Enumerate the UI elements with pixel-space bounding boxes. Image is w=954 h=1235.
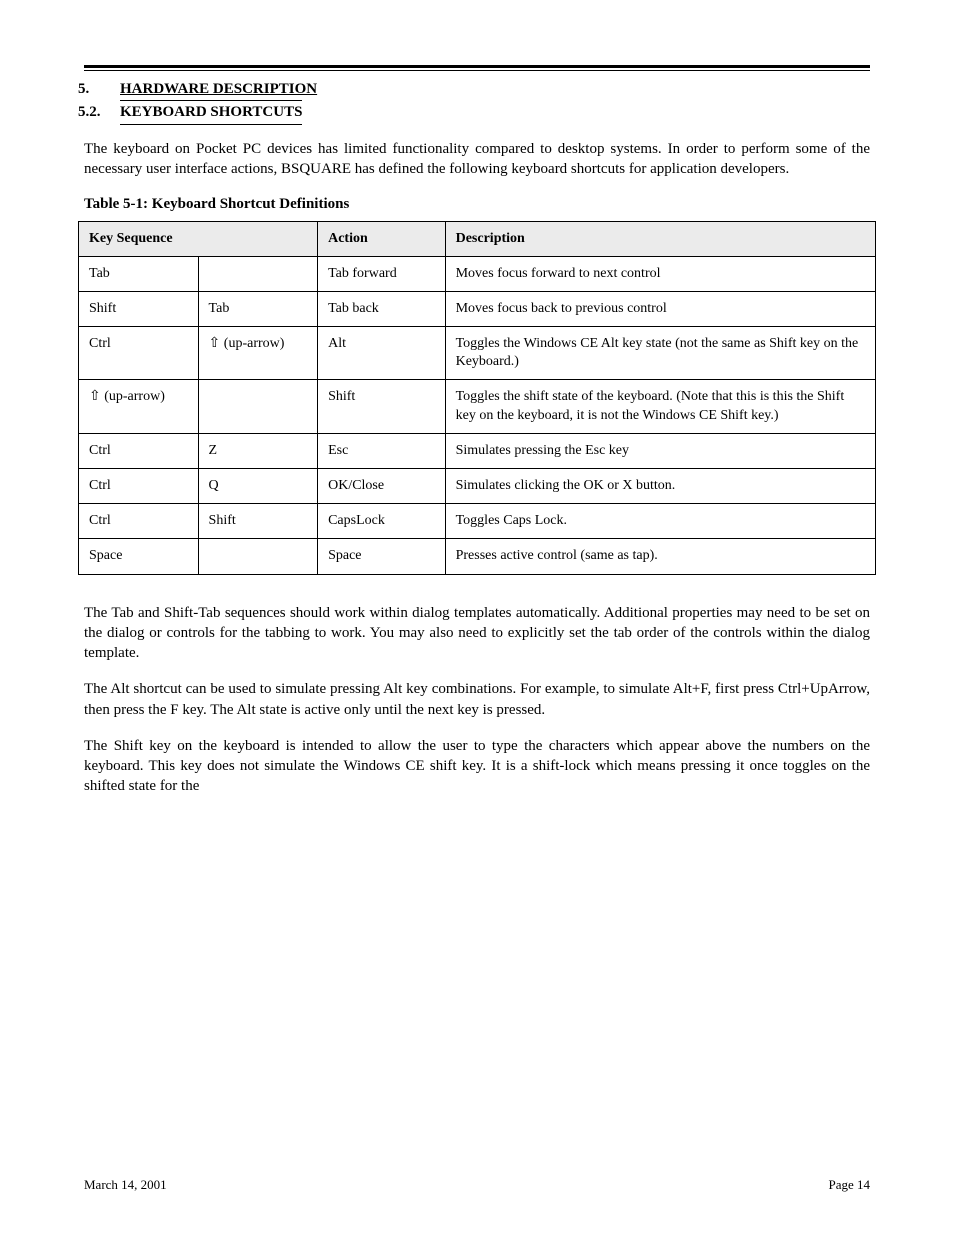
table-row: Ctrl Shift CapsLock Toggles Caps Lock. bbox=[79, 504, 876, 539]
cell-action: Shift bbox=[318, 380, 446, 433]
cell-action: Esc bbox=[318, 433, 446, 468]
col-key-sequence: Key Sequence bbox=[79, 221, 318, 256]
cell-desc: Toggles the Windows CE Alt key state (no… bbox=[445, 327, 875, 380]
cell-desc: Presses active control (same as tap). bbox=[445, 539, 875, 574]
table-caption: Table 5-1: Keyboard Shortcut Definitions bbox=[84, 196, 870, 213]
note-paragraph: The Tab and Shift-Tab sequences should w… bbox=[84, 603, 870, 664]
cell-key2: Z bbox=[198, 433, 318, 468]
table-row: Ctrl Q OK/Close Simulates clicking the O… bbox=[79, 469, 876, 504]
cell-desc: Simulates clicking the OK or X button. bbox=[445, 469, 875, 504]
cell-desc: Toggles the shift state of the keyboard.… bbox=[445, 380, 875, 433]
cell-action: Space bbox=[318, 539, 446, 574]
cell-key1: Ctrl bbox=[79, 327, 199, 380]
cell-action: CapsLock bbox=[318, 504, 446, 539]
page-footer: March 14, 2001 Page 14 bbox=[84, 1177, 870, 1193]
cell-desc: Moves focus forward to next control bbox=[445, 256, 875, 291]
cell-key1: Ctrl bbox=[79, 504, 199, 539]
footer-date: March 14, 2001 bbox=[84, 1177, 167, 1193]
cell-key2: Tab bbox=[198, 291, 318, 326]
cell-key2: Shift bbox=[198, 504, 318, 539]
footer-page: Page 14 bbox=[828, 1177, 870, 1193]
col-action: Action bbox=[318, 221, 446, 256]
cell-action: Tab forward bbox=[318, 256, 446, 291]
note-paragraph: The Shift key on the keyboard is intende… bbox=[84, 736, 870, 797]
table-row: Ctrl ⇧ (up-arrow) Alt Toggles the Window… bbox=[79, 327, 876, 380]
cell-key1: Tab bbox=[79, 256, 199, 291]
intro-paragraph: The keyboard on Pocket PC devices has li… bbox=[84, 139, 870, 180]
table-row: Ctrl Z Esc Simulates pressing the Esc ke… bbox=[79, 433, 876, 468]
cell-action: Tab back bbox=[318, 291, 446, 326]
chapter-heading: 5. HARDWARE DESCRIPTION bbox=[78, 81, 876, 98]
table-row: Tab Tab forward Moves focus forward to n… bbox=[79, 256, 876, 291]
note-paragraph: The Alt shortcut can be used to simulate… bbox=[84, 679, 870, 720]
cell-desc: Moves focus back to previous control bbox=[445, 291, 875, 326]
section-heading: 5.2. KEYBOARD SHORTCUTS bbox=[78, 104, 876, 121]
shortcuts-table: Key Sequence Action Description Tab Tab … bbox=[78, 221, 876, 575]
table-header-row: Key Sequence Action Description bbox=[79, 221, 876, 256]
cell-key2 bbox=[198, 256, 318, 291]
table-row: ⇧ (up-arrow) Shift Toggles the shift sta… bbox=[79, 380, 876, 433]
cell-action: Alt bbox=[318, 327, 446, 380]
cell-action: OK/Close bbox=[318, 469, 446, 504]
cell-key2: Q bbox=[198, 469, 318, 504]
chapter-number: 5. bbox=[78, 81, 120, 98]
section-number: 5.2. bbox=[78, 104, 120, 121]
cell-desc: Simulates pressing the Esc key bbox=[445, 433, 875, 468]
cell-key1: Ctrl bbox=[79, 433, 199, 468]
cell-key1: Space bbox=[79, 539, 199, 574]
section-title: KEYBOARD SHORTCUTS bbox=[120, 104, 302, 121]
cell-desc: Toggles Caps Lock. bbox=[445, 504, 875, 539]
col-description: Description bbox=[445, 221, 875, 256]
cell-key1: Shift bbox=[79, 291, 199, 326]
cell-key1: ⇧ (up-arrow) bbox=[79, 380, 199, 433]
cell-key2: ⇧ (up-arrow) bbox=[198, 327, 318, 380]
cell-key2 bbox=[198, 380, 318, 433]
table-row: Space Space Presses active control (same… bbox=[79, 539, 876, 574]
table-row: Shift Tab Tab back Moves focus back to p… bbox=[79, 291, 876, 326]
cell-key2 bbox=[198, 539, 318, 574]
chapter-title: HARDWARE DESCRIPTION bbox=[120, 81, 317, 98]
header-rule bbox=[84, 65, 870, 71]
cell-key1: Ctrl bbox=[79, 469, 199, 504]
